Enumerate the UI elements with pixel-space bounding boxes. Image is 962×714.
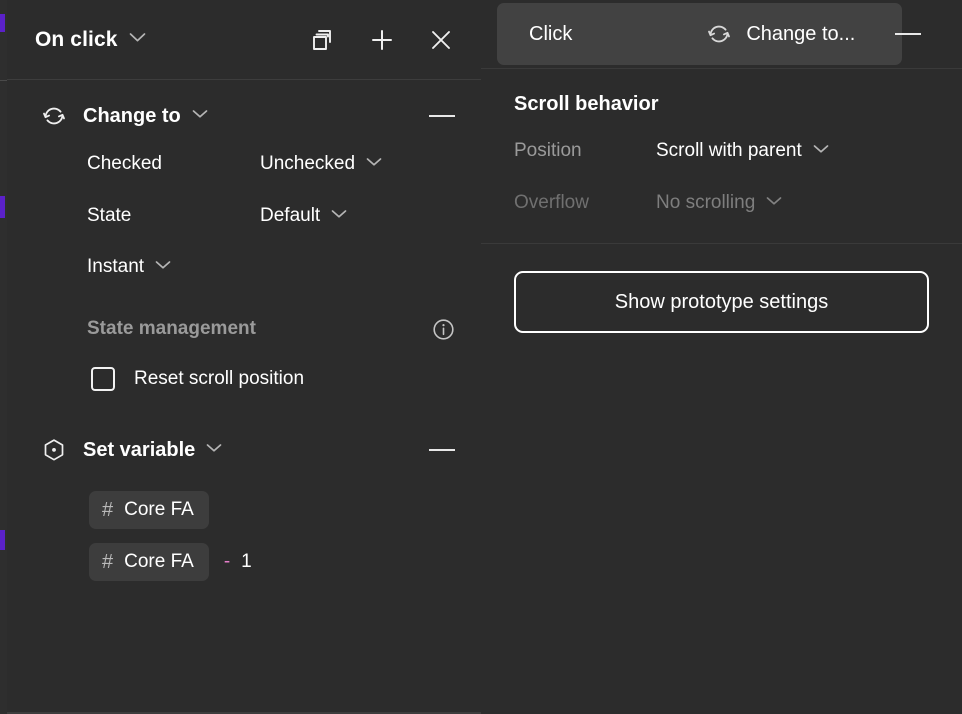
interaction-action: Change to... [706,21,855,47]
scroll-behavior-title: Scroll behavior [514,92,659,115]
property-value-text: No scrolling [656,192,756,213]
duplicate-icon[interactable] [309,26,337,54]
interaction-row-click-change-to[interactable]: Click Change to... [497,3,902,65]
variable-chip[interactable]: # Core FA [89,543,209,581]
chevron-down-icon [813,144,829,154]
number-variable-icon: # [102,498,114,521]
animation-value-text: Instant [87,256,145,277]
property-row-state: State Default [7,190,481,242]
property-label: Checked [87,153,162,174]
panel-header-actions [309,26,455,54]
animation-row: Instant [7,242,481,292]
chevron-down-icon [366,157,382,167]
variable-operand: 1 [241,551,252,572]
property-label: State [87,205,132,226]
animation-dropdown[interactable]: Instant [87,256,171,278]
interaction-list: Click Change to... [481,0,962,69]
property-label: Overflow [514,192,589,213]
property-label: Position [514,140,582,161]
canvas-edge-sliver [0,0,7,714]
property-value-text: Scroll with parent [656,140,802,161]
scroll-behavior-section: Scroll behavior Position Scroll with par… [481,69,962,244]
chevron-down-icon [331,209,347,219]
property-value-dropdown-checked[interactable]: Unchecked [260,153,382,175]
chevron-down-icon [155,260,171,270]
variable-hexagon-icon [41,437,67,463]
info-icon[interactable] [431,317,455,341]
position-dropdown[interactable]: Scroll with parent [656,140,829,162]
minus-icon[interactable] [429,449,455,451]
chevron-down-icon[interactable] [192,109,208,119]
reset-scroll-position-row[interactable]: Reset scroll position [7,354,481,404]
property-row-checked: Checked Unchecked [7,138,481,190]
number-variable-icon: # [102,550,114,573]
variable-row: # Core FA [7,484,481,536]
section-change-to-header[interactable]: Change to [7,94,481,138]
state-management-title: State management [87,318,256,339]
canvas-accent-mark [0,14,5,32]
section-set-variable-header[interactable]: Set variable [7,428,481,472]
variable-row: # Core FA - 1 [7,536,481,588]
minus-icon[interactable] [429,115,455,117]
property-row-overflow: Overflow No scrolling [481,177,962,229]
swap-instance-icon [706,21,732,47]
canvas-edge-divider [0,80,7,81]
show-prototype-settings-button[interactable]: Show prototype settings [514,271,929,333]
canvas-accent-mark [0,530,5,550]
variable-name: Core FA [124,551,194,572]
state-management-header: State management [7,304,481,354]
variable-operator: - [223,551,231,572]
canvas-accent-mark [0,196,5,218]
reset-scroll-position-label: Reset scroll position [134,368,305,389]
minus-icon[interactable] [895,33,921,35]
figma-prototype-panels: On click Change to Checked Unchecked Sta… [0,0,962,714]
chevron-down-icon[interactable] [129,32,146,43]
property-row-position: Position Scroll with parent [481,125,962,177]
panel-title: On click [35,27,118,51]
interaction-action-label: Change to... [746,22,856,45]
reset-scroll-position-checkbox[interactable] [91,367,115,391]
variable-name: Core FA [124,499,194,520]
property-value-text: Default [260,205,321,226]
swap-instance-icon [41,103,67,129]
variable-chip[interactable]: # Core FA [89,491,209,529]
interaction-detail-panel: On click Change to Checked Unchecked Sta… [7,0,481,714]
chevron-down-icon[interactable] [206,443,222,453]
property-value-text: Unchecked [260,153,356,174]
section-title: Change to [83,104,181,127]
overflow-dropdown[interactable]: No scrolling [656,192,782,214]
interaction-trigger: Click [529,22,573,45]
section-title: Set variable [83,438,196,461]
chevron-down-icon [766,196,782,206]
prototype-sidebar: Click Change to... Scroll behavior Posit… [481,0,962,714]
close-icon[interactable] [427,26,455,54]
panel-header: On click [7,0,481,80]
prototype-settings-wrap: Show prototype settings [481,244,962,333]
property-value-dropdown-state[interactable]: Default [260,205,347,227]
plus-icon[interactable] [368,26,396,54]
